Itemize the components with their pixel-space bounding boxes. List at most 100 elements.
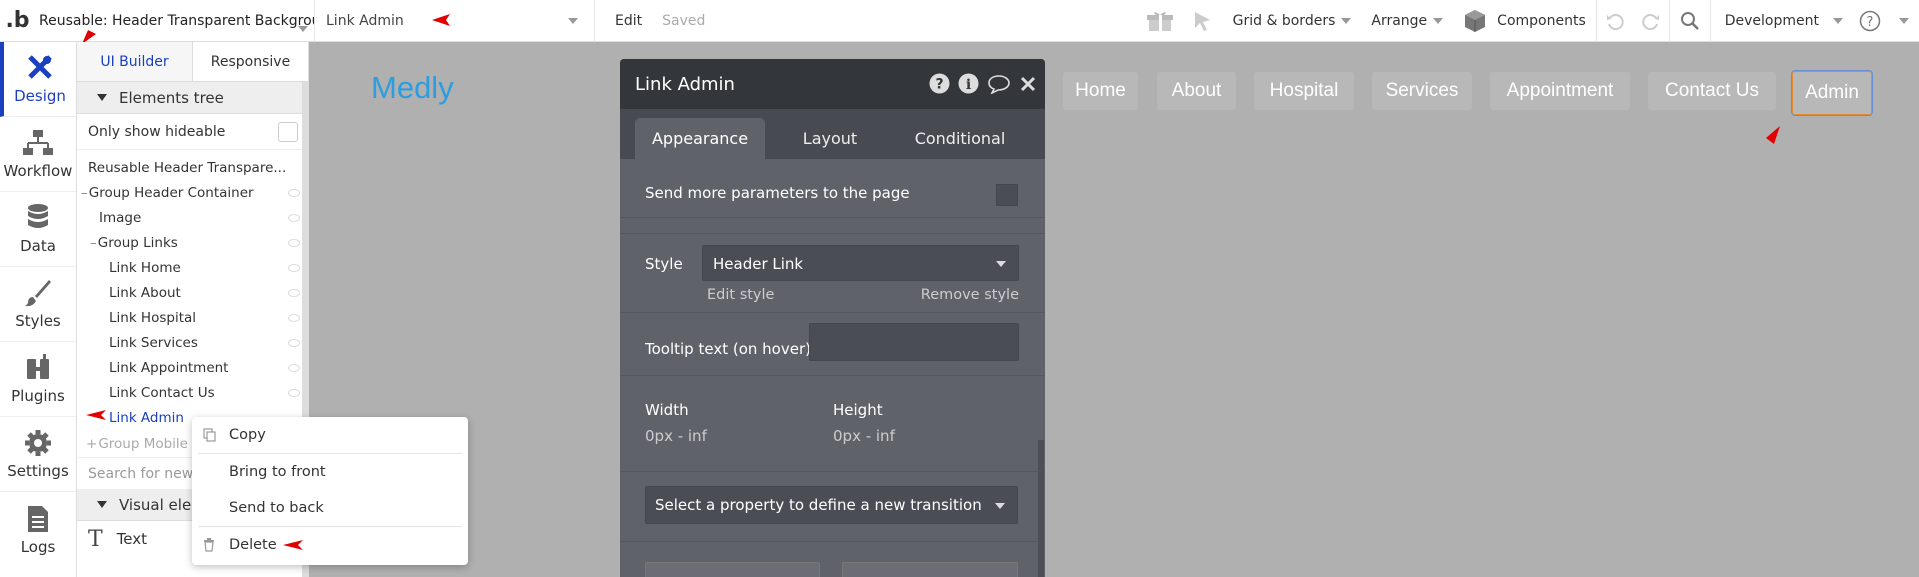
tree-item[interactable]: Image bbox=[77, 205, 308, 230]
nav-logs-label: Logs bbox=[20, 537, 56, 556]
help-icon[interactable]: ? bbox=[1853, 0, 1889, 42]
panel-scrollbar[interactable] bbox=[1038, 440, 1044, 577]
context-delete-label: Delete bbox=[229, 537, 277, 553]
eye-icon[interactable] bbox=[288, 288, 300, 297]
eye-icon[interactable] bbox=[288, 313, 300, 322]
redo-icon[interactable] bbox=[1633, 0, 1669, 42]
context-send-to-back[interactable]: Send to back bbox=[192, 490, 468, 526]
tooltip-input[interactable] bbox=[809, 323, 1019, 361]
tree-item[interactable]: – Group Links bbox=[77, 230, 308, 255]
tree-item-label: Image bbox=[99, 209, 142, 226]
tree-item-label: Link Admin bbox=[109, 409, 184, 426]
eye-icon[interactable] bbox=[288, 188, 300, 197]
remove-style-link[interactable]: Remove style bbox=[921, 287, 1019, 303]
tree-item[interactable]: – Group Header Container bbox=[77, 180, 308, 205]
tree-item[interactable]: Link Home bbox=[77, 255, 308, 280]
send-params-checkbox[interactable] bbox=[996, 184, 1018, 206]
pointer-icon[interactable] bbox=[1183, 0, 1223, 42]
tree-item-label: Link Hospital bbox=[109, 309, 197, 326]
tab-conditional[interactable]: Conditional bbox=[895, 118, 1025, 159]
components-button[interactable]: Components bbox=[1453, 0, 1596, 42]
design-canvas[interactable] bbox=[327, 42, 1919, 577]
tree-item[interactable]: Link Appointment bbox=[77, 355, 308, 380]
header-link-admin[interactable]: Admin bbox=[1791, 70, 1873, 116]
tree-item-label: Link Services bbox=[109, 334, 198, 351]
nav-plugins[interactable]: Plugins bbox=[0, 342, 76, 417]
top-bar: .b Reusable: Header Transparent Backgrou… bbox=[0, 0, 1919, 42]
comment-icon[interactable] bbox=[987, 74, 1011, 94]
nav-plugins-label: Plugins bbox=[11, 387, 65, 405]
edit-style-link[interactable]: Edit style bbox=[707, 287, 774, 303]
nav-workflow[interactable]: Workflow bbox=[0, 117, 76, 192]
brand-logo-text[interactable]: Medly bbox=[371, 70, 454, 106]
height-value[interactable]: 0px - inf bbox=[833, 427, 895, 445]
nav-styles[interactable]: Styles bbox=[0, 267, 76, 342]
collapse-dash-icon: – bbox=[90, 234, 97, 251]
brush-icon bbox=[25, 280, 51, 307]
panel-button[interactable] bbox=[842, 562, 1018, 577]
tab-ui-builder[interactable]: UI Builder bbox=[77, 42, 193, 81]
tab-responsive[interactable]: Responsive bbox=[193, 42, 308, 81]
eye-icon[interactable] bbox=[288, 238, 300, 247]
topbar-right: Grid & borders Arrange Components Develo… bbox=[1137, 0, 1919, 42]
close-icon[interactable] bbox=[1019, 75, 1037, 93]
bubble-logo[interactable]: .b bbox=[0, 0, 35, 42]
element-selector[interactable]: Link Admin bbox=[315, 0, 595, 42]
style-label: Style bbox=[645, 255, 683, 273]
size-row: Width 0px - inf Height 0px - inf bbox=[620, 393, 1045, 453]
eye-icon[interactable] bbox=[288, 213, 300, 222]
style-dropdown[interactable]: Header Link bbox=[702, 245, 1019, 281]
eye-icon[interactable] bbox=[288, 338, 300, 347]
edit-menu[interactable]: Edit bbox=[595, 13, 662, 29]
gift-icon[interactable] bbox=[1137, 0, 1183, 42]
transition-property-dropdown[interactable]: Select a property to define a new transi… bbox=[645, 486, 1018, 524]
nav-data[interactable]: Data bbox=[0, 192, 76, 267]
context-bring-front-label: Bring to front bbox=[229, 464, 326, 480]
help-icon[interactable]: ? bbox=[929, 73, 950, 94]
environment-selector[interactable]: Development bbox=[1709, 0, 1853, 42]
undo-icon[interactable] bbox=[1595, 0, 1633, 42]
property-editor-header[interactable]: Link Admin ? i bbox=[620, 59, 1045, 109]
header-link-appointment[interactable]: Appointment bbox=[1490, 72, 1630, 110]
chevron-down-icon bbox=[1341, 18, 1352, 24]
tab-layout[interactable]: Layout bbox=[765, 118, 895, 159]
collapse-dash-icon: – bbox=[81, 184, 88, 201]
tooltip-label: Tooltip text (on hover) bbox=[645, 340, 811, 358]
workflow-icon bbox=[23, 130, 53, 155]
arrange-button[interactable]: Arrange bbox=[1361, 0, 1453, 42]
builder-tabs: UI Builder Responsive bbox=[77, 42, 308, 82]
context-delete[interactable]: Delete bbox=[192, 527, 468, 563]
annotation-arrow bbox=[1766, 126, 1780, 144]
grid-borders-button[interactable]: Grid & borders bbox=[1223, 0, 1362, 42]
nav-logs[interactable]: Logs bbox=[0, 492, 76, 567]
tree-item[interactable]: Link Hospital bbox=[77, 305, 308, 330]
send-params-label: Send more parameters to the page bbox=[645, 184, 910, 202]
context-menu: Copy Bring to front Send to back Delete bbox=[192, 417, 468, 565]
only-show-hideable-checkbox[interactable] bbox=[278, 121, 298, 142]
width-value[interactable]: 0px - inf bbox=[645, 427, 707, 445]
context-copy[interactable]: Copy bbox=[192, 417, 468, 453]
eye-icon[interactable] bbox=[288, 363, 300, 372]
header-link-about[interactable]: About bbox=[1157, 72, 1236, 110]
header-link-hospital[interactable]: Hospital bbox=[1254, 72, 1354, 110]
header-link-home[interactable]: Home bbox=[1063, 72, 1138, 110]
header-link-services[interactable]: Services bbox=[1372, 72, 1472, 110]
tree-item[interactable]: Link Contact Us bbox=[77, 380, 308, 405]
nav-settings[interactable]: Settings bbox=[0, 417, 76, 492]
header-link-contact-us[interactable]: Contact Us bbox=[1648, 72, 1776, 110]
info-icon[interactable]: i bbox=[958, 73, 979, 94]
header-icons: ? i bbox=[929, 73, 1037, 94]
eye-icon[interactable] bbox=[288, 263, 300, 272]
page-selector[interactable]: Reusable: Header Transparent Backgrou bbox=[35, 0, 315, 42]
tree-item[interactable]: Link Services bbox=[77, 330, 308, 355]
tree-item[interactable]: Reusable Header Transpare... bbox=[77, 155, 308, 180]
tab-appearance[interactable]: Appearance bbox=[635, 118, 765, 159]
nav-design[interactable]: Design bbox=[0, 42, 76, 117]
eye-icon[interactable] bbox=[288, 388, 300, 397]
elements-tree-header[interactable]: Elements tree bbox=[77, 82, 308, 114]
tree-item[interactable]: Link About bbox=[77, 280, 308, 305]
search-icon[interactable] bbox=[1668, 0, 1710, 42]
context-bring-to-front[interactable]: Bring to front bbox=[192, 454, 468, 490]
panel-button[interactable] bbox=[645, 562, 820, 577]
more-menu-icon[interactable] bbox=[1889, 0, 1919, 42]
